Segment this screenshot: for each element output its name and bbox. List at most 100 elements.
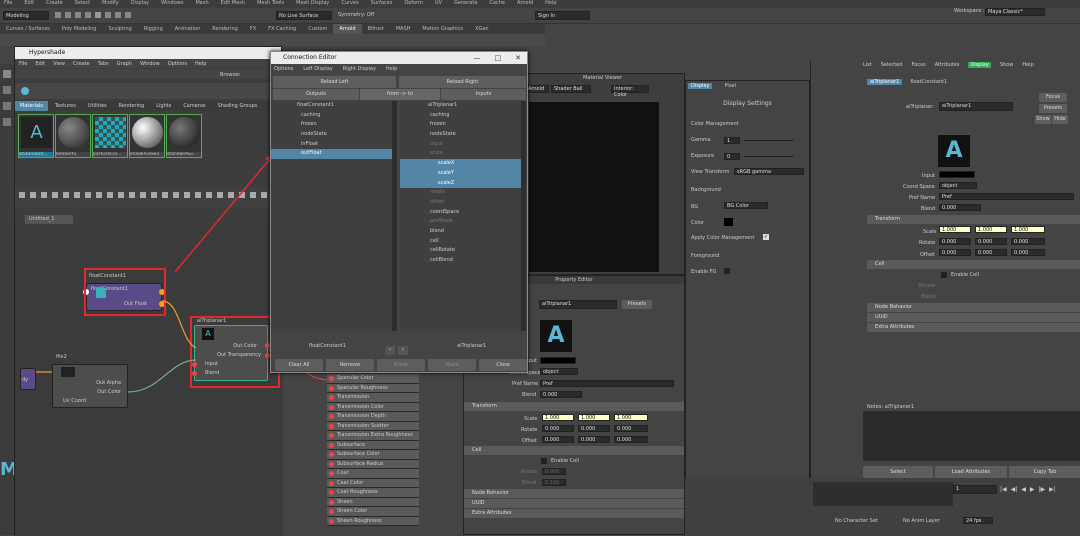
current-frame-field[interactable]: 1 [953, 485, 997, 494]
shader-port-row[interactable]: Sheen Roughness [327, 516, 419, 526]
shader-port-dot[interactable] [329, 385, 334, 391]
ae-menu-item[interactable]: Show [1000, 62, 1014, 68]
pe-presets-button[interactable]: Presets [622, 300, 652, 309]
pe-rotate-x[interactable]: 0.000 [542, 425, 574, 432]
ae-scale-x[interactable]: 1.000 [939, 226, 971, 233]
ae-offset-z[interactable]: 0.000 [1011, 249, 1045, 256]
bg-color-swatch[interactable] [724, 218, 733, 226]
shader-port-row[interactable]: Sheen Color [327, 507, 419, 517]
character-set-dropdown[interactable]: No Character Set [835, 518, 878, 524]
pe-cell-blend-field[interactable]: 0.100 [542, 479, 566, 486]
interior-dropdown[interactable]: Interior: Color [611, 85, 649, 98]
shader-port-dot[interactable] [329, 423, 334, 429]
shader-port-dot[interactable] [329, 395, 334, 400]
ce-make-button[interactable]: Make [428, 359, 476, 371]
ae-load-attributes-button[interactable]: Load Attributes [935, 466, 1007, 478]
shader-port-dot[interactable] [329, 461, 334, 467]
ae-select-button[interactable]: Select [863, 466, 933, 478]
right-attribute-item[interactable]: cellRotate [400, 246, 521, 256]
right-attribute-item[interactable]: coordSpace [400, 208, 521, 218]
left-attribute-list[interactable]: floatConstant1 caching frozen nodeState inF… [271, 101, 392, 331]
right-attribute-item[interactable]: blend [400, 227, 521, 237]
ae-presets-button[interactable]: Presets [1039, 104, 1067, 113]
right-attribute-item[interactable]: rotate [400, 188, 521, 198]
ae-cell-section[interactable]: Cell [867, 260, 1080, 269]
ae-rotate-z[interactable]: 0.000 [1011, 238, 1045, 245]
ae-node-behavior-section[interactable]: Node Behavior [867, 303, 1080, 312]
pe-node-name-field[interactable]: aiTriplanar1 [539, 300, 617, 309]
right-attribute-list[interactable]: aiTriplanar1 caching frozen nodeState input… [400, 101, 521, 331]
shader-port-dot[interactable] [329, 433, 334, 438]
pe-blend-field[interactable]: 0.000 [540, 391, 582, 398]
ae-coord-space-dropdown[interactable]: object [939, 182, 977, 189]
pe-pref-name-field[interactable]: Pref [540, 380, 674, 387]
shader-port-row[interactable]: Coat Roughness [327, 488, 419, 498]
shader-port-dot[interactable] [329, 376, 334, 381]
renderer-dropdown[interactable]: Arnold [525, 85, 549, 93]
shader-port-row[interactable]: Specular Roughness [327, 383, 419, 393]
ae-tab-float-constant[interactable]: floatConstant1 [910, 79, 947, 85]
ae-hide-button[interactable]: Hide [1052, 115, 1068, 124]
right-attribute-item[interactable]: offset [400, 198, 521, 208]
right-attribute-item[interactable]: frozen [400, 120, 521, 130]
ce-menu-item[interactable]: Right Display [343, 66, 376, 72]
shader-port-dot[interactable] [329, 480, 334, 486]
step-forward-icon[interactable]: |▶ [1039, 486, 1046, 493]
left-attribute-item[interactable]: caching [271, 111, 392, 121]
left-attribute-item[interactable]: outFloat [271, 149, 392, 160]
swap-right-icon[interactable]: › [398, 346, 408, 355]
reload-left-button[interactable]: Reload Left [273, 76, 396, 88]
shader-port-row[interactable]: Sheen [327, 497, 419, 507]
inputs-button[interactable]: Inputs [441, 89, 526, 100]
right-attribute-item[interactable]: prefNode [400, 217, 521, 227]
shader-port-row[interactable]: Transmission Scatter [327, 421, 419, 431]
ae-notes-field[interactable] [863, 411, 1080, 461]
shader-port-row[interactable]: Transmission Depth [327, 412, 419, 422]
enable-fg-checkbox[interactable] [724, 268, 730, 274]
reload-right-button[interactable]: Reload Right [399, 76, 526, 88]
pixel-tab[interactable]: Pixel [724, 83, 736, 89]
ae-menu-item[interactable]: Attributes [935, 62, 960, 68]
ae-tab-triplanar[interactable]: aiTriplanar1 [867, 79, 903, 85]
play-back-icon[interactable]: ◀ [1021, 486, 1026, 493]
right-attribute-item[interactable]: cellBlend [400, 256, 521, 266]
left-attribute-item[interactable]: nodeState [271, 130, 392, 140]
ae-offset-y[interactable]: 0.000 [975, 249, 1007, 256]
ce-remove-button[interactable]: Remove [326, 359, 374, 371]
right-attribute-item[interactable]: scaleY [400, 168, 521, 179]
pe-rotate-z[interactable]: 0.000 [614, 425, 648, 432]
ae-copy-tab-button[interactable]: Copy Tab [1009, 466, 1080, 478]
ae-menu-item[interactable]: Display [968, 61, 991, 68]
ce-clear-all-button[interactable]: Clear All [275, 359, 323, 371]
ae-node-name-field[interactable]: aiTriplanar1 [939, 102, 1013, 111]
shader-port-dot[interactable] [329, 490, 334, 495]
ae-show-button[interactable]: Show [1035, 115, 1051, 124]
shader-port-dot[interactable] [329, 509, 334, 514]
ae-scale-z[interactable]: 1.000 [1011, 226, 1045, 233]
ce-menu-item[interactable]: Left Display [303, 66, 332, 72]
shader-port-row[interactable]: Specular Color [327, 374, 419, 384]
time-slider[interactable] [813, 482, 953, 506]
pe-offset-y[interactable]: 0.000 [578, 436, 610, 443]
shader-port-dot[interactable] [329, 499, 334, 505]
ae-extra-attributes-section[interactable]: Extra Attributes [867, 323, 1080, 332]
shader-ball-dropdown[interactable]: Shader Ball [551, 85, 591, 93]
right-attribute-item[interactable]: nodeState [400, 130, 521, 140]
ce-break-button[interactable]: Break [377, 359, 425, 371]
left-attribute-item[interactable]: inFloat [271, 140, 392, 150]
pe-rotate-y[interactable]: 0.000 [578, 425, 610, 432]
left-attribute-item[interactable]: frozen [271, 120, 392, 130]
right-attribute-item[interactable]: cell [400, 237, 521, 247]
ce-close-button[interactable]: Close [479, 359, 527, 371]
pe-input-field[interactable] [540, 357, 576, 364]
shader-port-dot[interactable] [329, 452, 334, 457]
shader-port-dot[interactable] [329, 442, 334, 448]
step-back-icon[interactable]: ◀| [1011, 486, 1018, 493]
shader-port-row[interactable]: Transmission Color [327, 402, 419, 412]
shader-port-row[interactable]: Subsurface Color [327, 450, 419, 460]
close-icon[interactable]: ✕ [515, 52, 521, 64]
shader-port-row[interactable]: Coat [327, 469, 419, 479]
shader-port-row[interactable]: Subsurface [327, 440, 419, 450]
view-transform-dropdown[interactable]: sRGB gamma [734, 168, 804, 175]
pe-offset-x[interactable]: 0.000 [542, 436, 574, 443]
